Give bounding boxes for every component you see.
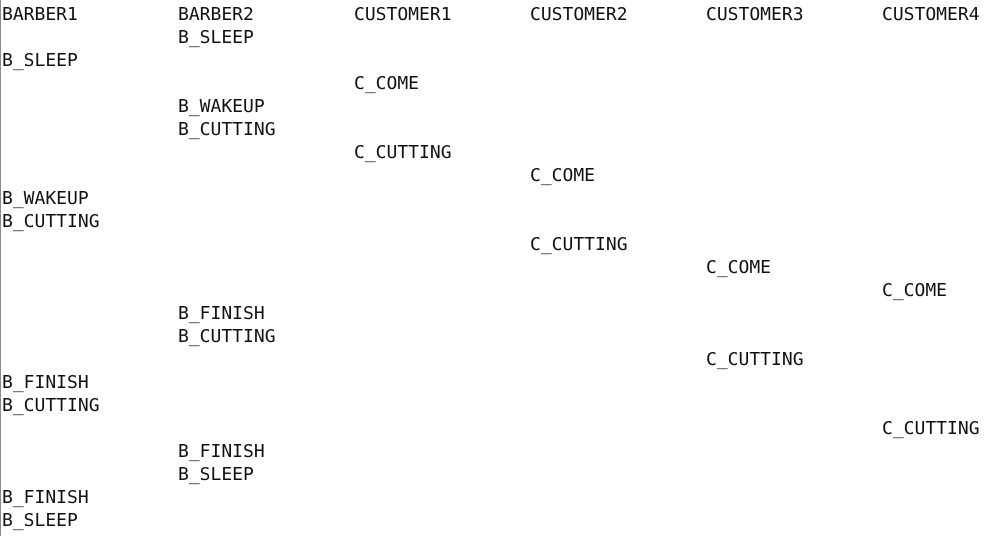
log-row: C_CUTTING [2, 417, 993, 440]
log-cell-barber2: B_CUTTING [178, 119, 276, 140]
log-cell-customer2: C_COME [530, 165, 596, 186]
log-row: B_CUTTING [2, 210, 993, 233]
log-cell-customer3: C_CUTTING [706, 349, 804, 370]
log-row: B_FINISH [2, 486, 993, 509]
log-cell-customer1: C_COME [354, 73, 420, 94]
column-header-customer3: CUSTOMER3 [706, 4, 804, 25]
log-row: B_CUTTING [2, 394, 993, 417]
log-cell-barber2: B_SLEEP [178, 464, 254, 485]
column-header-barber1: BARBER1 [2, 4, 78, 25]
log-row: B_FINISH [2, 371, 993, 394]
log-row: C_COME [2, 164, 993, 187]
log-cell-barber2: B_WAKEUP [178, 96, 265, 117]
log-cell-barber1: B_SLEEP [2, 510, 78, 531]
log-cell-barber1: B_CUTTING [2, 395, 100, 416]
log-cell-barber2: B_SLEEP [178, 27, 254, 48]
log-cell-customer3: C_COME [706, 257, 772, 278]
log-row: B_SLEEP [2, 26, 993, 49]
column-header-customer4: CUSTOMER4 [882, 4, 980, 25]
log-cell-customer2: C_CUTTING [530, 234, 628, 255]
log-row: B_FINISH [2, 440, 993, 463]
log-row: B_WAKEUP [2, 187, 993, 210]
log-cell-barber1: B_SLEEP [2, 50, 78, 71]
column-header-row: BARBER1 BARBER2 CUSTOMER1 CUSTOMER2 CUST… [2, 3, 993, 26]
log-row: B_SLEEP [2, 49, 993, 72]
column-header-customer1: CUSTOMER1 [354, 4, 452, 25]
log-row: B_WAKEUP [2, 95, 993, 118]
log-cell-customer4: C_CUTTING [882, 418, 980, 439]
log-cell-customer4: C_COME [882, 280, 948, 301]
log-cell-barber2: B_FINISH [178, 303, 265, 324]
log-row: C_CUTTING [2, 233, 993, 256]
log-row: C_COME [2, 72, 993, 95]
log-row: B_SLEEP [2, 463, 993, 486]
log-cell-barber2: B_FINISH [178, 441, 265, 462]
log-cell-barber1: B_FINISH [2, 372, 89, 393]
log-row: B_SLEEP [2, 509, 993, 532]
log-row: B_CUTTING [2, 325, 993, 348]
log-row: C_CUTTING [2, 348, 993, 371]
log-cell-barber2: B_CUTTING [178, 326, 276, 347]
log-row: C_COME [2, 279, 993, 302]
column-header-customer2: CUSTOMER2 [530, 4, 628, 25]
log-row: B_CUTTING [2, 118, 993, 141]
column-header-barber2: BARBER2 [178, 4, 254, 25]
log-row: C_CUTTING [2, 141, 993, 164]
log-row: B_FINISH [2, 302, 993, 325]
log-cell-barber1: B_CUTTING [2, 211, 100, 232]
log-cell-barber1: B_FINISH [2, 487, 89, 508]
terminal-output: BARBER1 BARBER2 CUSTOMER1 CUSTOMER2 CUST… [0, 0, 993, 536]
left-border [0, 0, 1, 536]
log-cell-barber1: B_WAKEUP [2, 188, 89, 209]
log-cell-customer1: C_CUTTING [354, 142, 452, 163]
log-row: C_COME [2, 256, 993, 279]
